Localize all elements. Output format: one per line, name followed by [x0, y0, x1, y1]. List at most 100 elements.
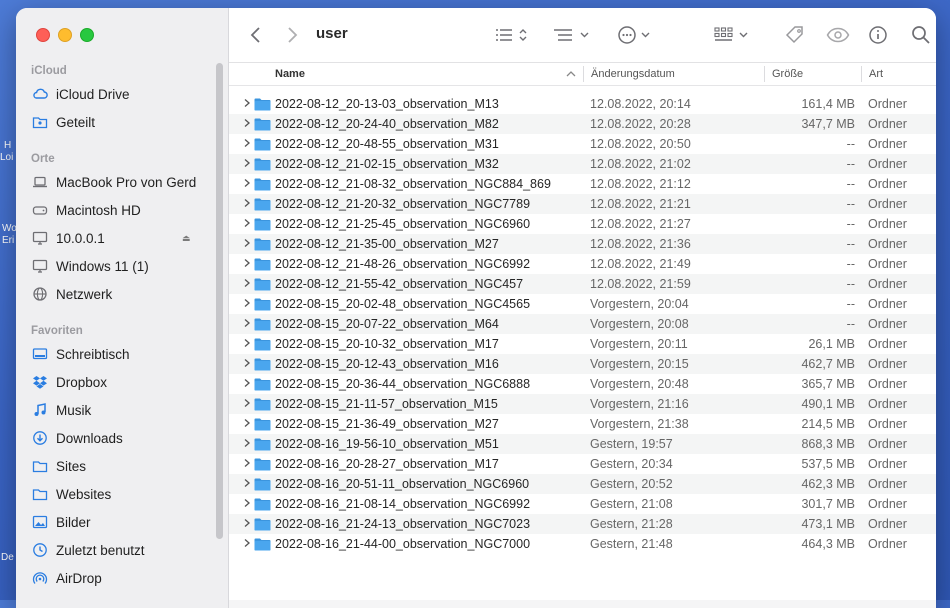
- sidebar-item-icloud-drive[interactable]: iCloud Drive: [32, 83, 212, 105]
- table-row[interactable]: 2022-08-12_21-02-15_observation_M32 12.08…: [229, 154, 936, 174]
- disclosure-chevron-icon[interactable]: [242, 418, 252, 428]
- column-date[interactable]: Änderungsdatum: [591, 68, 675, 80]
- folder-icon: [254, 318, 271, 331]
- sidebar-item-websites[interactable]: Websites: [32, 483, 212, 505]
- sort-chevron-up-icon[interactable]: [566, 70, 576, 78]
- back-button[interactable]: [247, 24, 265, 46]
- table-row[interactable]: 2022-08-16_21-44-00_observation_NGC7000 G…: [229, 534, 936, 554]
- sidebar-item-sites[interactable]: Sites: [32, 455, 212, 477]
- table-row[interactable]: 2022-08-15_21-36-49_observation_M27 Vorge…: [229, 414, 936, 434]
- disclosure-chevron-icon[interactable]: [242, 478, 252, 488]
- table-row[interactable]: 2022-08-15_20-07-22_observation_M64 Vorge…: [229, 314, 936, 334]
- file-name: 2022-08-12_20-48-55_observation_M31: [275, 137, 499, 151]
- table-row[interactable]: 2022-08-16_19-56-10_observation_M51 Geste…: [229, 434, 936, 454]
- disclosure-chevron-icon[interactable]: [242, 178, 252, 188]
- folder-icon: [254, 418, 271, 431]
- minimize-button[interactable]: [58, 28, 72, 42]
- file-size: 347,7 MB: [801, 117, 855, 131]
- disclosure-chevron-icon[interactable]: [242, 298, 252, 308]
- tag-button[interactable]: [783, 24, 807, 46]
- disclosure-chevron-icon[interactable]: [242, 238, 252, 248]
- table-row[interactable]: 2022-08-12_20-24-40_observation_M82 12.08…: [229, 114, 936, 134]
- table-row[interactable]: 2022-08-12_21-25-45_observation_NGC6960 1…: [229, 214, 936, 234]
- table-row[interactable]: 2022-08-16_21-08-14_observation_NGC6992 G…: [229, 494, 936, 514]
- folder-icon: [254, 338, 271, 351]
- disclosure-chevron-icon[interactable]: [242, 358, 252, 368]
- disclosure-chevron-icon[interactable]: [242, 438, 252, 448]
- table-row[interactable]: 2022-08-12_21-48-26_observation_NGC6992 1…: [229, 254, 936, 274]
- sidebar-item-label: 10.0.0.1: [56, 230, 105, 246]
- action-menu-button[interactable]: [617, 24, 655, 46]
- sidebar-item-airdrop[interactable]: AirDrop: [32, 567, 212, 589]
- disclosure-chevron-icon[interactable]: [242, 278, 252, 288]
- sidebar-item-macbook[interactable]: MacBook Pro von Gerd: [32, 171, 212, 193]
- group-button[interactable]: [552, 24, 594, 46]
- file-size: 365,7 MB: [801, 377, 855, 391]
- disclosure-chevron-icon[interactable]: [242, 138, 252, 148]
- disclosure-chevron-icon[interactable]: [242, 498, 252, 508]
- column-kind[interactable]: Art: [869, 68, 883, 80]
- disclosure-chevron-icon[interactable]: [242, 258, 252, 268]
- disclosure-chevron-icon[interactable]: [242, 158, 252, 168]
- sidebar-item-downloads[interactable]: Downloads: [32, 427, 212, 449]
- zoom-button[interactable]: [80, 28, 94, 42]
- file-kind: Ordner: [868, 457, 907, 471]
- table-row[interactable]: 2022-08-15_20-36-44_observation_NGC6888 V…: [229, 374, 936, 394]
- sidebar-item-schreibtisch[interactable]: Schreibtisch: [32, 343, 212, 365]
- column-separator[interactable]: [861, 66, 862, 82]
- column-name[interactable]: Name: [275, 68, 305, 80]
- table-row[interactable]: 2022-08-12_20-48-55_observation_M31 12.08…: [229, 134, 936, 154]
- file-date: Gestern, 20:34: [590, 457, 673, 471]
- table-row[interactable]: 2022-08-15_20-12-43_observation_M16 Vorge…: [229, 354, 936, 374]
- sidebar-item-musik[interactable]: Musik: [32, 399, 212, 421]
- table-row[interactable]: 2022-08-12_21-08-32_observation_NGC884_8…: [229, 174, 936, 194]
- table-row[interactable]: 2022-08-12_21-55-42_observation_NGC457 12…: [229, 274, 936, 294]
- disclosure-chevron-icon[interactable]: [242, 218, 252, 228]
- disclosure-chevron-icon[interactable]: [242, 98, 252, 108]
- close-button[interactable]: [36, 28, 50, 42]
- sidebar-item-dropbox[interactable]: Dropbox: [32, 371, 212, 393]
- column-size[interactable]: Größe: [772, 68, 803, 80]
- file-size: --: [846, 217, 855, 231]
- disclosure-chevron-icon[interactable]: [242, 378, 252, 388]
- disclosure-chevron-icon[interactable]: [242, 318, 252, 328]
- disclosure-chevron-icon[interactable]: [242, 198, 252, 208]
- file-size: 161,4 MB: [801, 97, 855, 111]
- table-row[interactable]: 2022-08-16_21-24-13_observation_NGC7023 G…: [229, 514, 936, 534]
- disclosure-chevron-icon[interactable]: [242, 398, 252, 408]
- table-row[interactable]: 2022-08-16_20-51-11_observation_NGC6960 G…: [229, 474, 936, 494]
- view-mode-button[interactable]: [493, 24, 533, 46]
- column-separator[interactable]: [764, 66, 765, 82]
- sidebar-item-macintosh-hd[interactable]: Macintosh HD: [32, 199, 212, 221]
- table-row[interactable]: 2022-08-12_21-20-32_observation_NGC7789 1…: [229, 194, 936, 214]
- forward-button[interactable]: [283, 24, 301, 46]
- table-row[interactable]: 2022-08-15_20-02-48_observation_NGC4565 V…: [229, 294, 936, 314]
- disclosure-chevron-icon[interactable]: [242, 458, 252, 468]
- icon-view-button[interactable]: [713, 24, 753, 46]
- sidebar-item-windows-11[interactable]: Windows 11 (1): [32, 255, 212, 277]
- preview-button[interactable]: [825, 24, 851, 46]
- table-row[interactable]: 2022-08-15_21-11-57_observation_M15 Vorge…: [229, 394, 936, 414]
- folder-icon: [254, 258, 271, 271]
- bottom-bar: [229, 600, 936, 608]
- disclosure-chevron-icon[interactable]: [242, 518, 252, 528]
- eject-icon[interactable]: ⏏: [182, 233, 191, 244]
- column-separator[interactable]: [583, 66, 584, 82]
- disclosure-chevron-icon[interactable]: [242, 338, 252, 348]
- file-list: 2022-08-12_20-13-03_observation_M13 12.08…: [229, 94, 936, 554]
- sidebar-item-geteilt[interactable]: Geteilt: [32, 111, 212, 133]
- file-size: 26,1 MB: [808, 337, 855, 351]
- table-row[interactable]: 2022-08-16_20-28-27_observation_M17 Geste…: [229, 454, 936, 474]
- sidebar-item-bilder[interactable]: Bilder: [32, 511, 212, 533]
- table-row[interactable]: 2022-08-12_20-13-03_observation_M13 12.08…: [229, 94, 936, 114]
- sidebar-scrollbar[interactable]: [216, 63, 223, 539]
- disclosure-chevron-icon[interactable]: [242, 118, 252, 128]
- table-row[interactable]: 2022-08-15_20-10-32_observation_M17 Vorge…: [229, 334, 936, 354]
- file-name: 2022-08-15_21-36-49_observation_M27: [275, 417, 499, 431]
- table-row[interactable]: 2022-08-12_21-35-00_observation_M27 12.08…: [229, 234, 936, 254]
- sidebar-item-zuletzt-benutzt[interactable]: Zuletzt benutzt: [32, 539, 212, 561]
- disclosure-chevron-icon[interactable]: [242, 538, 252, 548]
- info-button[interactable]: [867, 24, 889, 46]
- sidebar-item-netzwerk[interactable]: Netzwerk: [32, 283, 212, 305]
- search-button[interactable]: [910, 24, 932, 46]
